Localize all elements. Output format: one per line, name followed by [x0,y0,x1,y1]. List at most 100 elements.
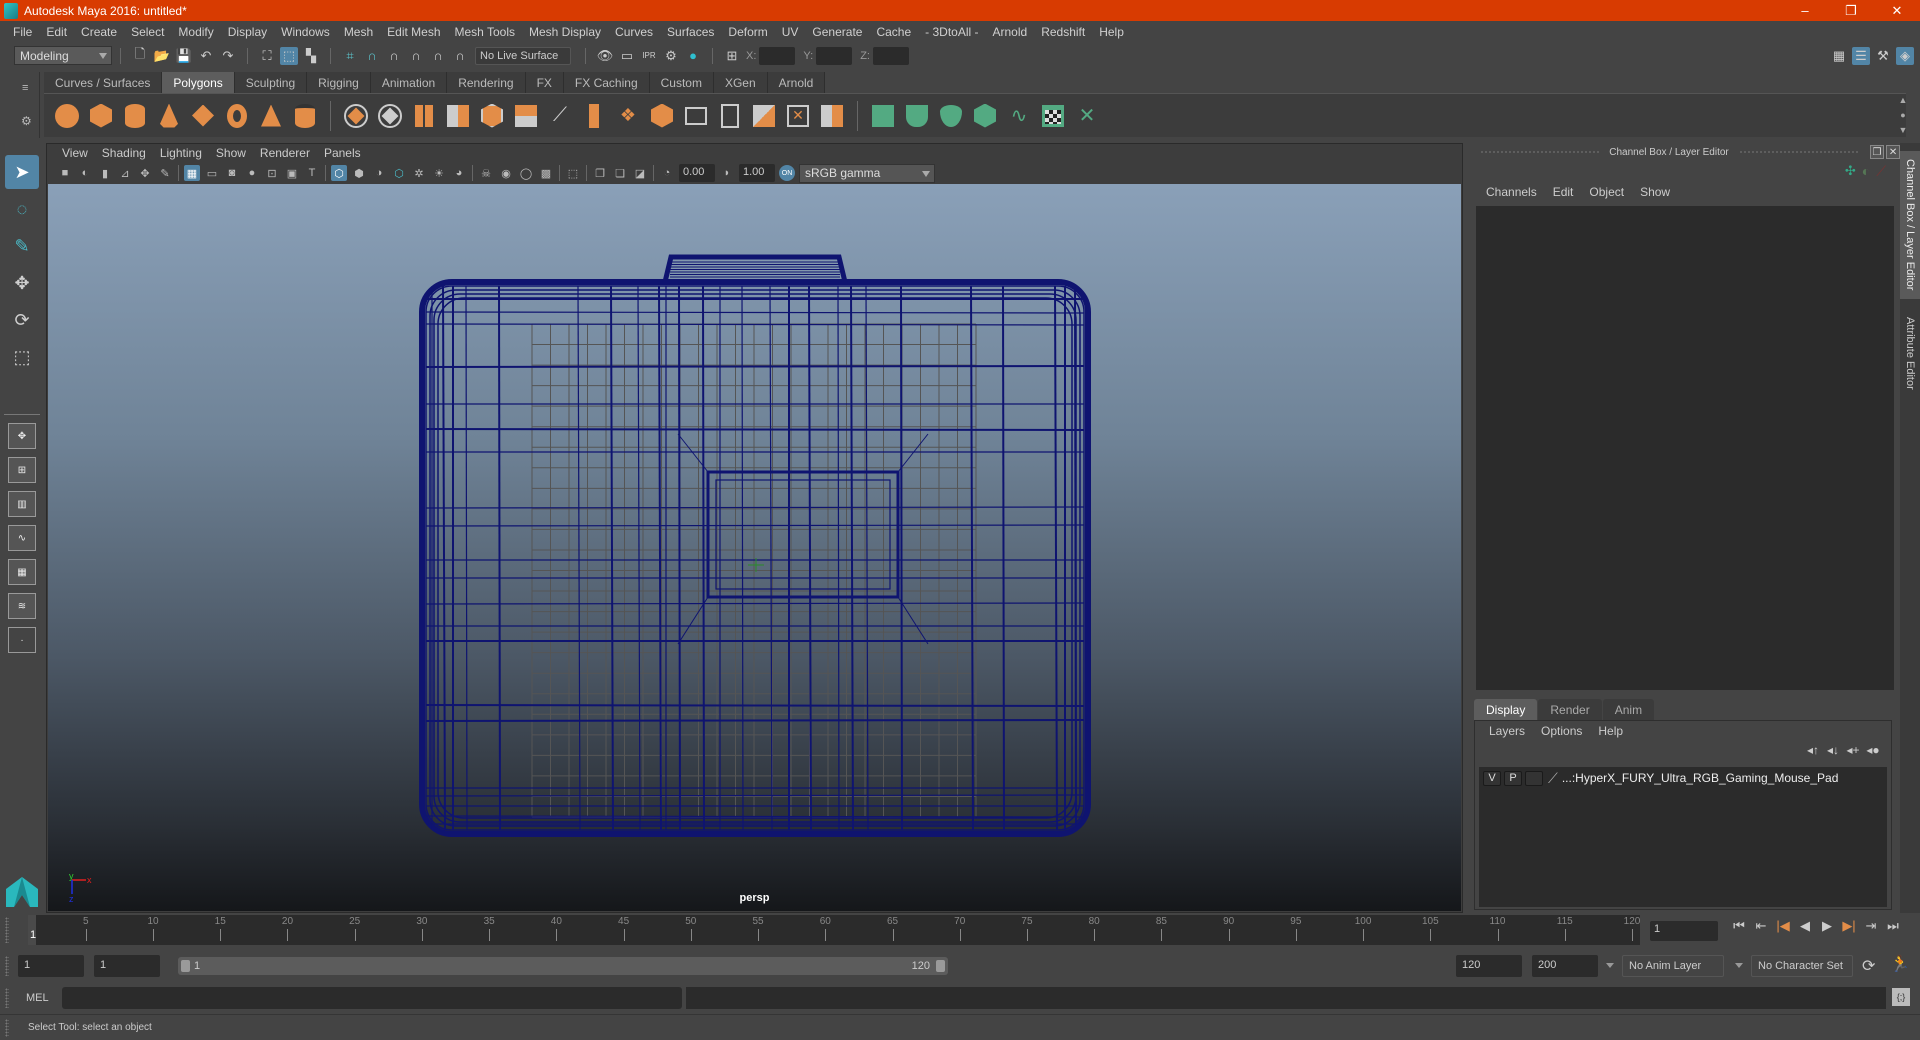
shelf-tab-fx[interactable]: FX [525,72,564,93]
snap-point-icon[interactable]: ∩ [385,47,403,65]
cb-menu-channels[interactable]: Channels [1478,185,1545,199]
uv-editor-icon[interactable] [1039,102,1067,130]
persp-outliner-layout-icon[interactable]: ▥ [8,491,36,517]
grease-pencil-icon[interactable]: ✎ [157,165,173,181]
close-panel-icon[interactable]: ✕ [1886,145,1901,159]
shelf-tab-custom[interactable]: Custom [649,72,714,93]
menu-deform[interactable]: Deform [721,25,774,39]
smooth-shade-icon[interactable]: ⬢ [351,165,367,181]
snap-surface-icon[interactable]: ∩ [451,47,469,65]
layer-color-swatch-icon[interactable]: ⟋ [1548,770,1558,787]
channel-box-toggle-icon[interactable]: ◈ [1896,46,1914,65]
planar-mapping-icon[interactable] [869,102,897,130]
automatic-mapping-icon[interactable] [971,102,999,130]
poly-cylinder-icon[interactable] [121,102,149,130]
z-field[interactable] [872,46,909,65]
gamma-field[interactable]: 1.00 [739,164,775,182]
poly-pipe-icon[interactable] [291,102,319,130]
render-settings-icon[interactable]: ⚙ [662,47,680,65]
panel-menu-show[interactable]: Show [209,146,253,160]
safe-action-icon[interactable]: ▣ [284,165,300,181]
shadows-icon[interactable]: ◕ [451,165,467,181]
transform-mode-icon[interactable]: ⊞ [723,47,741,65]
layer-tab-render[interactable]: Render [1538,699,1602,720]
select-object-icon[interactable]: ⬚ [280,46,298,65]
rotate-tool-icon[interactable]: ⟳ [5,303,39,337]
menu-modify[interactable]: Modify [171,25,220,39]
shelf-tab-curves-surfaces[interactable]: Curves / Surfaces [44,72,163,93]
panel-menu-renderer[interactable]: Renderer [253,146,317,160]
menu-mesh[interactable]: Mesh [337,25,380,39]
poly-torus-icon[interactable] [223,102,251,130]
paint-select-tool-icon[interactable]: ✎ [5,229,39,263]
menu-curves[interactable]: Curves [608,25,660,39]
x-field[interactable] [759,46,796,65]
poly-append-icon[interactable] [648,102,676,130]
end-time-field[interactable]: 200 [1532,955,1598,977]
render-view-icon[interactable]: 👁 [596,47,614,65]
film-gate-icon[interactable]: ▭ [204,165,220,181]
channel-box-list[interactable] [1476,206,1894,690]
chevron-down-icon[interactable] [1606,963,1614,968]
step-back-frame-icon[interactable]: |◀ [1772,918,1794,934]
le-menu-help[interactable]: Help [1590,724,1631,738]
le-menu-layers[interactable]: Layers [1481,724,1533,738]
render-frame-icon[interactable]: ▭ [618,47,636,65]
channel-speed-icon[interactable]: ◐ [1862,163,1870,180]
time-slider-track[interactable]: 1 5 10 15 20 25 30 35 40 45 50 55 60 65 70 75 80 85 90 95 1… [28,915,1640,945]
shelf-scroll-handle-icon[interactable]: ● [1900,110,1905,120]
extrude-icon[interactable] [580,102,608,130]
safe-title-icon[interactable]: T [304,165,320,181]
bevel-icon[interactable] [478,102,506,130]
menuset-dropdown[interactable]: Modeling [14,46,112,65]
cb-menu-edit[interactable]: Edit [1545,185,1582,199]
scale-tool-icon[interactable]: ⬚ [5,340,39,374]
screen-space-ao-icon[interactable]: ☠ [478,165,494,181]
menu-arnold[interactable]: Arnold [986,25,1035,39]
menu-create[interactable]: Create [74,25,124,39]
target-weld-icon[interactable]: ❖ [614,102,642,130]
separate-icon[interactable] [376,102,404,130]
multi-cut-icon[interactable]: ⟋ [546,102,574,130]
field-chart-icon[interactable]: ⊡ [264,165,280,181]
panel-menu-lighting[interactable]: Lighting [153,146,209,160]
minimize-button[interactable]: – [1782,3,1828,19]
shelf-tab-sculpting[interactable]: Sculpting [234,72,308,93]
bookmark-icon[interactable]: ▮ [97,165,113,181]
anim-layer-dropdown[interactable]: No Anim Layer [1622,955,1724,977]
move-tool-icon[interactable]: ✥ [5,266,39,300]
step-back-key-icon[interactable]: ⇤ [1750,918,1772,934]
redo-icon[interactable]: ↷ [219,47,237,65]
drag-grip[interactable] [1738,150,1859,154]
range-slider[interactable]: 1 120 [178,957,948,975]
hyperbolic-icon[interactable]: ⟋ [1876,163,1886,180]
two-d-pan-zoom-icon[interactable]: ✥ [137,165,153,181]
open-scene-icon[interactable]: 📂 [153,47,171,65]
new-scene-icon[interactable]: 🗋 [131,46,149,65]
quadrangulate-icon[interactable] [818,102,846,130]
menu-display[interactable]: Display [221,25,274,39]
modeling-toolkit-icon[interactable]: ▦ [1830,47,1848,65]
anti-aliasing-icon[interactable]: ◯ [518,165,534,181]
tool-settings-icon[interactable]: ⚒ [1874,47,1892,65]
menu-mesh-tools[interactable]: Mesh Tools [448,25,522,39]
shelf-tab-fx-caching[interactable]: FX Caching [563,72,650,93]
side-tab-attribute-editor[interactable]: Attribute Editor [1900,303,1920,403]
new-layer-icon[interactable]: ◂+ [1843,743,1863,757]
menu-file[interactable]: File [6,25,39,39]
poly-cone-icon[interactable] [155,102,183,130]
save-scene-icon[interactable]: 💾 [175,47,193,65]
viewport-3d[interactable]: yxz persp [48,184,1461,911]
shelf-menu-icon[interactable]: ≡ [22,82,28,94]
menu-surfaces[interactable]: Surfaces [660,25,721,39]
mel-input[interactable] [62,987,682,1009]
camera-attributes-icon[interactable]: ◐ [77,165,93,181]
undo-icon[interactable]: ↶ [197,47,215,65]
lasso-tool-icon[interactable]: ◌ [5,192,39,226]
drag-grip[interactable] [5,1019,9,1037]
panel-menu-view[interactable]: View [55,146,95,160]
hypershade-icon[interactable]: ● [684,47,702,65]
mirror-icon[interactable] [410,102,438,130]
menu-3dtoall[interactable]: - 3DtoAll - [918,25,985,39]
select-component-icon[interactable]: ▚ [302,47,320,65]
